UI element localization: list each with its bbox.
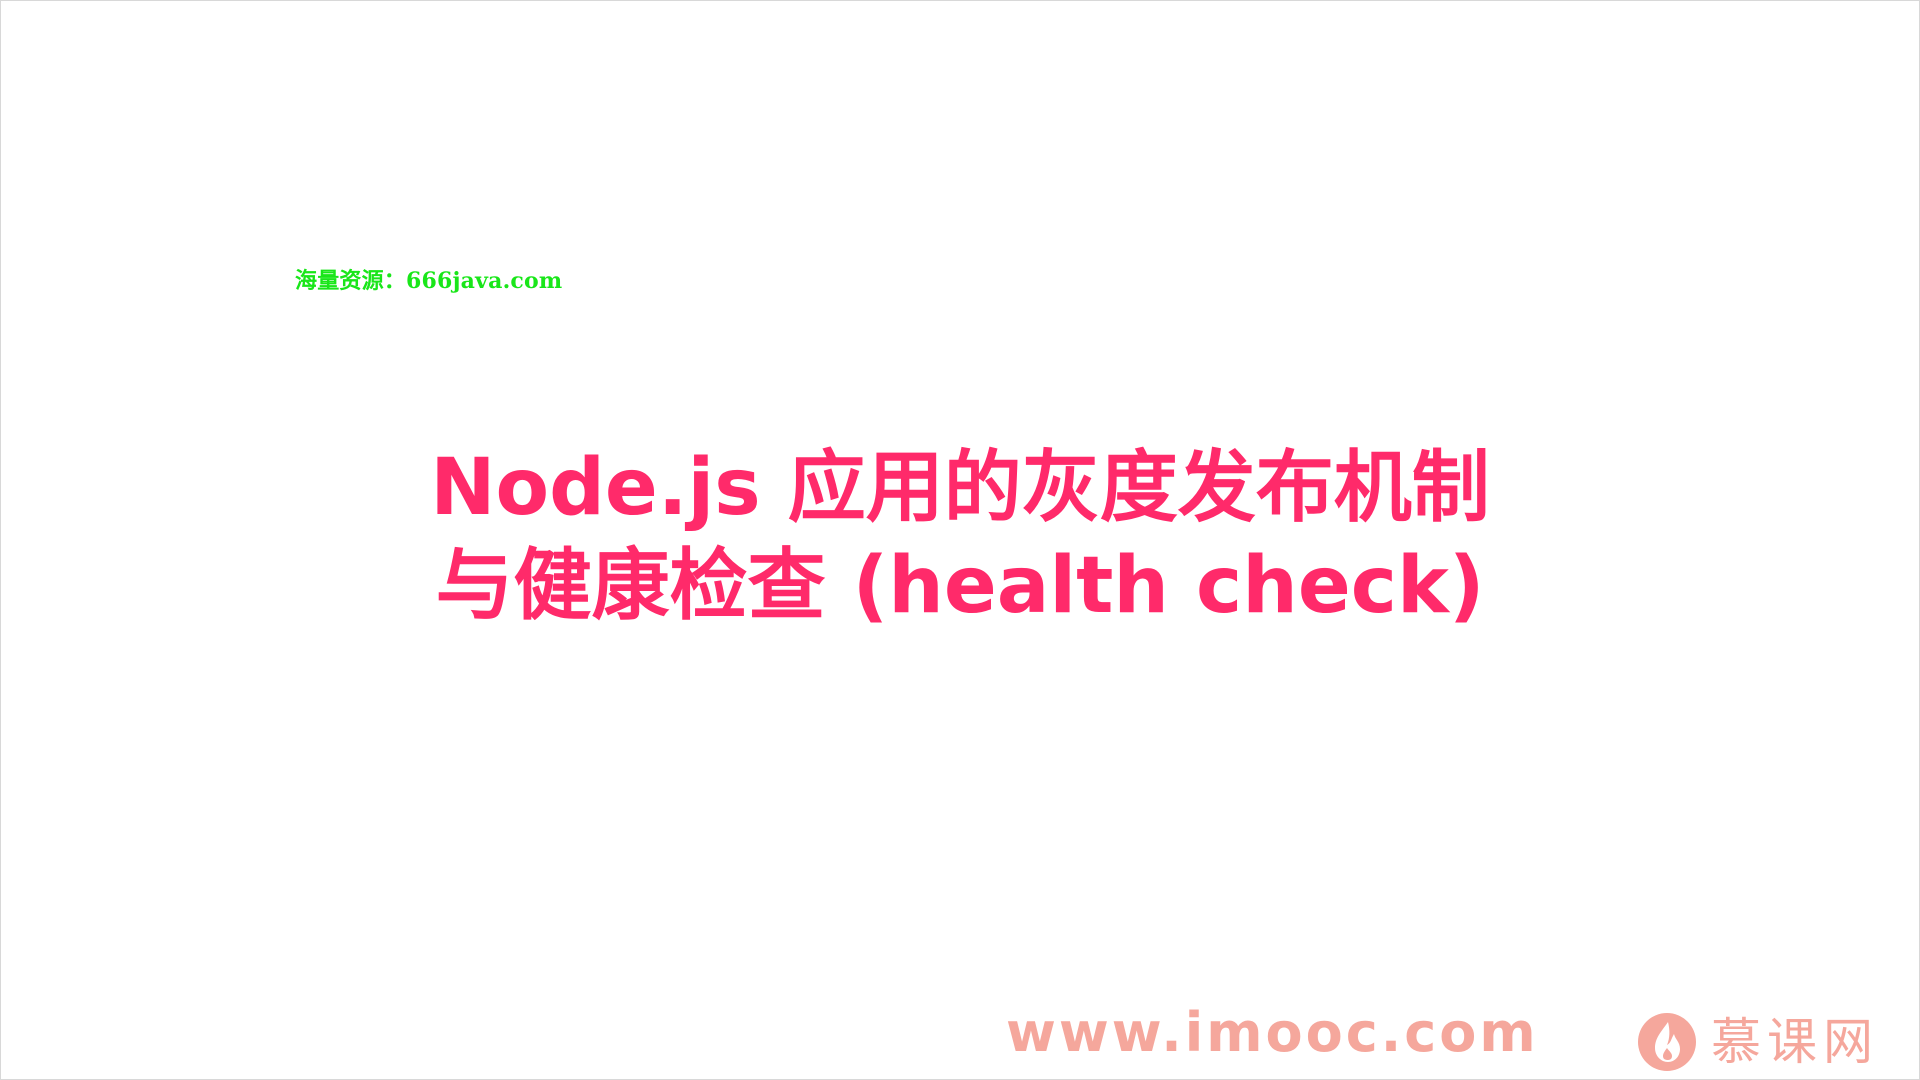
brand-logo: 慕课网 [1637,1007,1879,1077]
slide-frame: 海量资源：666java.com Node.js 应用的灰度发布机制 与健康检查… [0,0,1920,1080]
site-url: www.imooc.com [1006,1001,1539,1064]
slide-title: Node.js 应用的灰度发布机制 与健康检查 (health check) [1,439,1919,635]
flame-logo-icon [1638,1013,1696,1071]
title-line-2: 与健康检查 (health check) [435,541,1485,631]
watermark-text: 海量资源：666java.com [295,268,563,294]
title-line-1: Node.js 应用的灰度发布机制 [430,443,1490,533]
brand-name: 慕课网 [1711,1013,1879,1071]
